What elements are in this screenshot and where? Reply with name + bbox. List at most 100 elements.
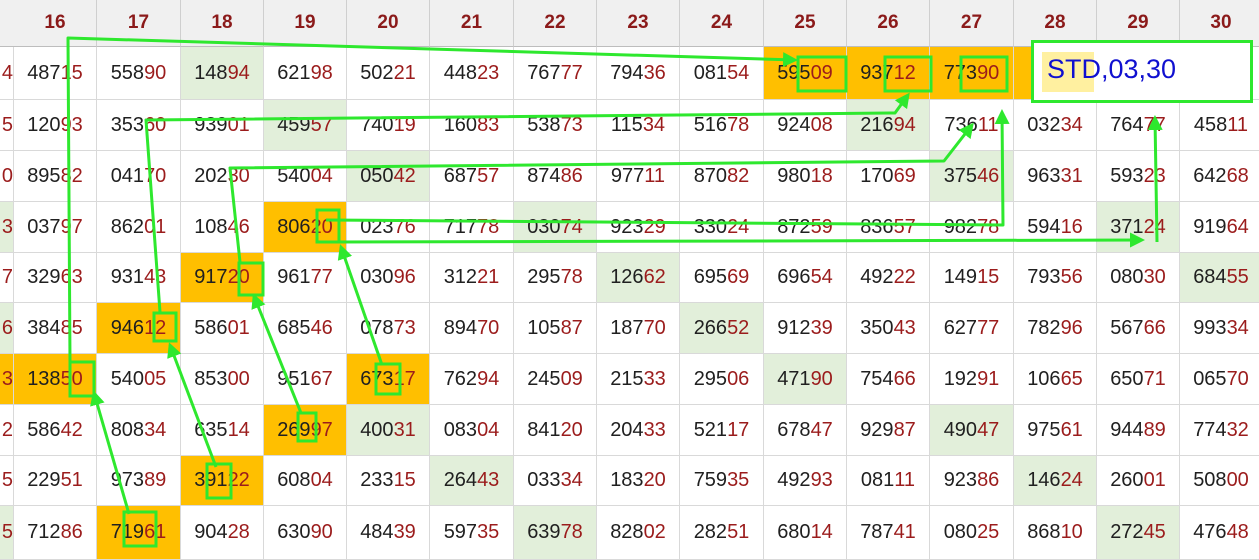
- grid-cell[interactable]: 712 86: [14, 506, 97, 560]
- grid-cell[interactable]: 695 69: [680, 253, 764, 303]
- grid-cell[interactable]: 917 20: [181, 253, 264, 303]
- grid-cell[interactable]: 030 74: [514, 202, 597, 253]
- grid-cell[interactable]: 371 24: [1097, 202, 1180, 253]
- column-header-23[interactable]: 23: [597, 0, 680, 47]
- grid-cell[interactable]: 923 86: [930, 456, 1014, 506]
- grid-cell[interactable]: 490 47: [930, 405, 1014, 456]
- grid-cell[interactable]: 516 78: [680, 100, 764, 151]
- grid-cell[interactable]: 894 70: [430, 303, 514, 354]
- column-header-22[interactable]: 22: [514, 0, 597, 47]
- grid-cell[interactable]: 540 05: [97, 354, 181, 405]
- row-stub-cell[interactable]: 4: [0, 47, 14, 100]
- grid-cell[interactable]: 853 00: [181, 354, 264, 405]
- grid-cell[interactable]: 961 77: [264, 253, 347, 303]
- grid-cell[interactable]: 476 48: [1180, 506, 1259, 560]
- grid-cell[interactable]: 384 85: [14, 303, 97, 354]
- grid-cell[interactable]: 975 61: [1014, 405, 1097, 456]
- grid-cell[interactable]: 982 78: [930, 202, 1014, 253]
- grid-cell[interactable]: 508 00: [1180, 456, 1259, 506]
- grid-cell[interactable]: 080 25: [930, 506, 1014, 560]
- grid-cell[interactable]: 538 73: [514, 100, 597, 151]
- column-header-17[interactable]: 17: [97, 0, 181, 47]
- grid-cell[interactable]: 108 46: [181, 202, 264, 253]
- grid-cell[interactable]: 105 87: [514, 303, 597, 354]
- grid-cell[interactable]: 187 70: [597, 303, 680, 354]
- grid-cell[interactable]: 272 45: [1097, 506, 1180, 560]
- grid-cell[interactable]: 946 12: [97, 303, 181, 354]
- column-header-26[interactable]: 26: [847, 0, 930, 47]
- grid-cell[interactable]: 773 90: [930, 47, 1014, 100]
- grid-cell[interactable]: 266 52: [680, 303, 764, 354]
- grid-cell[interactable]: 033 34: [514, 456, 597, 506]
- grid-cell[interactable]: 874 86: [514, 151, 597, 202]
- grid-cell[interactable]: 295 06: [680, 354, 764, 405]
- grid-cell[interactable]: 030 96: [347, 253, 430, 303]
- grid-cell[interactable]: 312 21: [430, 253, 514, 303]
- row-stub-cell[interactable]: 0: [0, 151, 14, 202]
- grid-cell[interactable]: 459 57: [264, 100, 347, 151]
- grid-cell[interactable]: 774 32: [1180, 405, 1259, 456]
- grid-cell[interactable]: 149 15: [930, 253, 1014, 303]
- grid-cell[interactable]: 870 82: [680, 151, 764, 202]
- grid-cell[interactable]: 146 24: [1014, 456, 1097, 506]
- grid-cell[interactable]: 471 90: [764, 354, 847, 405]
- grid-cell[interactable]: 642 68: [1180, 151, 1259, 202]
- grid-cell[interactable]: 233 15: [347, 456, 430, 506]
- grid-cell[interactable]: 828 02: [597, 506, 680, 560]
- grid-cell[interactable]: 448 23: [430, 47, 514, 100]
- grid-cell[interactable]: 295 78: [514, 253, 597, 303]
- grid-cell[interactable]: 980 18: [764, 151, 847, 202]
- grid-cell[interactable]: 719 61: [97, 506, 181, 560]
- grid-cell[interactable]: 083 04: [430, 405, 514, 456]
- grid-cell[interactable]: 023 76: [347, 202, 430, 253]
- grid-cell[interactable]: 678 47: [764, 405, 847, 456]
- grid-cell[interactable]: 717 78: [430, 202, 514, 253]
- grid-cell[interactable]: 673 17: [347, 354, 430, 405]
- row-stub-cell[interactable]: 3: [0, 354, 14, 405]
- grid-cell[interactable]: 484 39: [347, 506, 430, 560]
- grid-cell[interactable]: 050 42: [347, 151, 430, 202]
- grid-cell[interactable]: 216 94: [847, 100, 930, 151]
- grid-cell[interactable]: 767 77: [514, 47, 597, 100]
- row-stub-cell[interactable]: 2: [0, 405, 14, 456]
- grid-cell[interactable]: 680 14: [764, 506, 847, 560]
- grid-cell[interactable]: 895 82: [14, 151, 97, 202]
- grid-cell[interactable]: 782 96: [1014, 303, 1097, 354]
- grid-cell[interactable]: 148 94: [181, 47, 264, 100]
- grid-cell[interactable]: 115 34: [597, 100, 680, 151]
- grid-cell[interactable]: 904 28: [181, 506, 264, 560]
- grid-cell[interactable]: 329 63: [14, 253, 97, 303]
- row-stub-cell[interactable]: 6: [0, 303, 14, 354]
- column-header-18[interactable]: 18: [181, 0, 264, 47]
- grid-cell[interactable]: 868 10: [1014, 506, 1097, 560]
- grid-cell[interactable]: 594 16: [1014, 202, 1097, 253]
- grid-cell[interactable]: 521 17: [680, 405, 764, 456]
- grid-cell[interactable]: 973 89: [97, 456, 181, 506]
- grid-cell[interactable]: 215 33: [597, 354, 680, 405]
- grid-cell[interactable]: 567 66: [1097, 303, 1180, 354]
- grid-cell[interactable]: 931 43: [97, 253, 181, 303]
- grid-cell[interactable]: 608 04: [264, 456, 347, 506]
- grid-cell[interactable]: 458 11: [1180, 100, 1259, 151]
- grid-cell[interactable]: 078 73: [347, 303, 430, 354]
- row-stub-cell[interactable]: 5: [0, 456, 14, 506]
- grid-cell[interactable]: 762 94: [430, 354, 514, 405]
- grid-cell[interactable]: 963 31: [1014, 151, 1097, 202]
- grid-cell[interactable]: 487 15: [14, 47, 97, 100]
- grid-cell[interactable]: 924 08: [764, 100, 847, 151]
- grid-cell[interactable]: 794 36: [597, 47, 680, 100]
- grid-cell[interactable]: 260 01: [1097, 456, 1180, 506]
- grid-cell[interactable]: 862 01: [97, 202, 181, 253]
- grid-cell[interactable]: 170 69: [847, 151, 930, 202]
- grid-cell[interactable]: 836 57: [847, 202, 930, 253]
- grid-cell[interactable]: 245 09: [514, 354, 597, 405]
- grid-cell[interactable]: 350 43: [847, 303, 930, 354]
- grid-cell[interactable]: 353 60: [97, 100, 181, 151]
- grid-cell[interactable]: 540 04: [264, 151, 347, 202]
- grid-cell[interactable]: 126 62: [597, 253, 680, 303]
- grid-cell[interactable]: 630 90: [264, 506, 347, 560]
- column-header-21[interactable]: 21: [430, 0, 514, 47]
- grid-cell[interactable]: 282 51: [680, 506, 764, 560]
- grid-cell[interactable]: 627 77: [930, 303, 1014, 354]
- grid-cell[interactable]: 120 93: [14, 100, 97, 151]
